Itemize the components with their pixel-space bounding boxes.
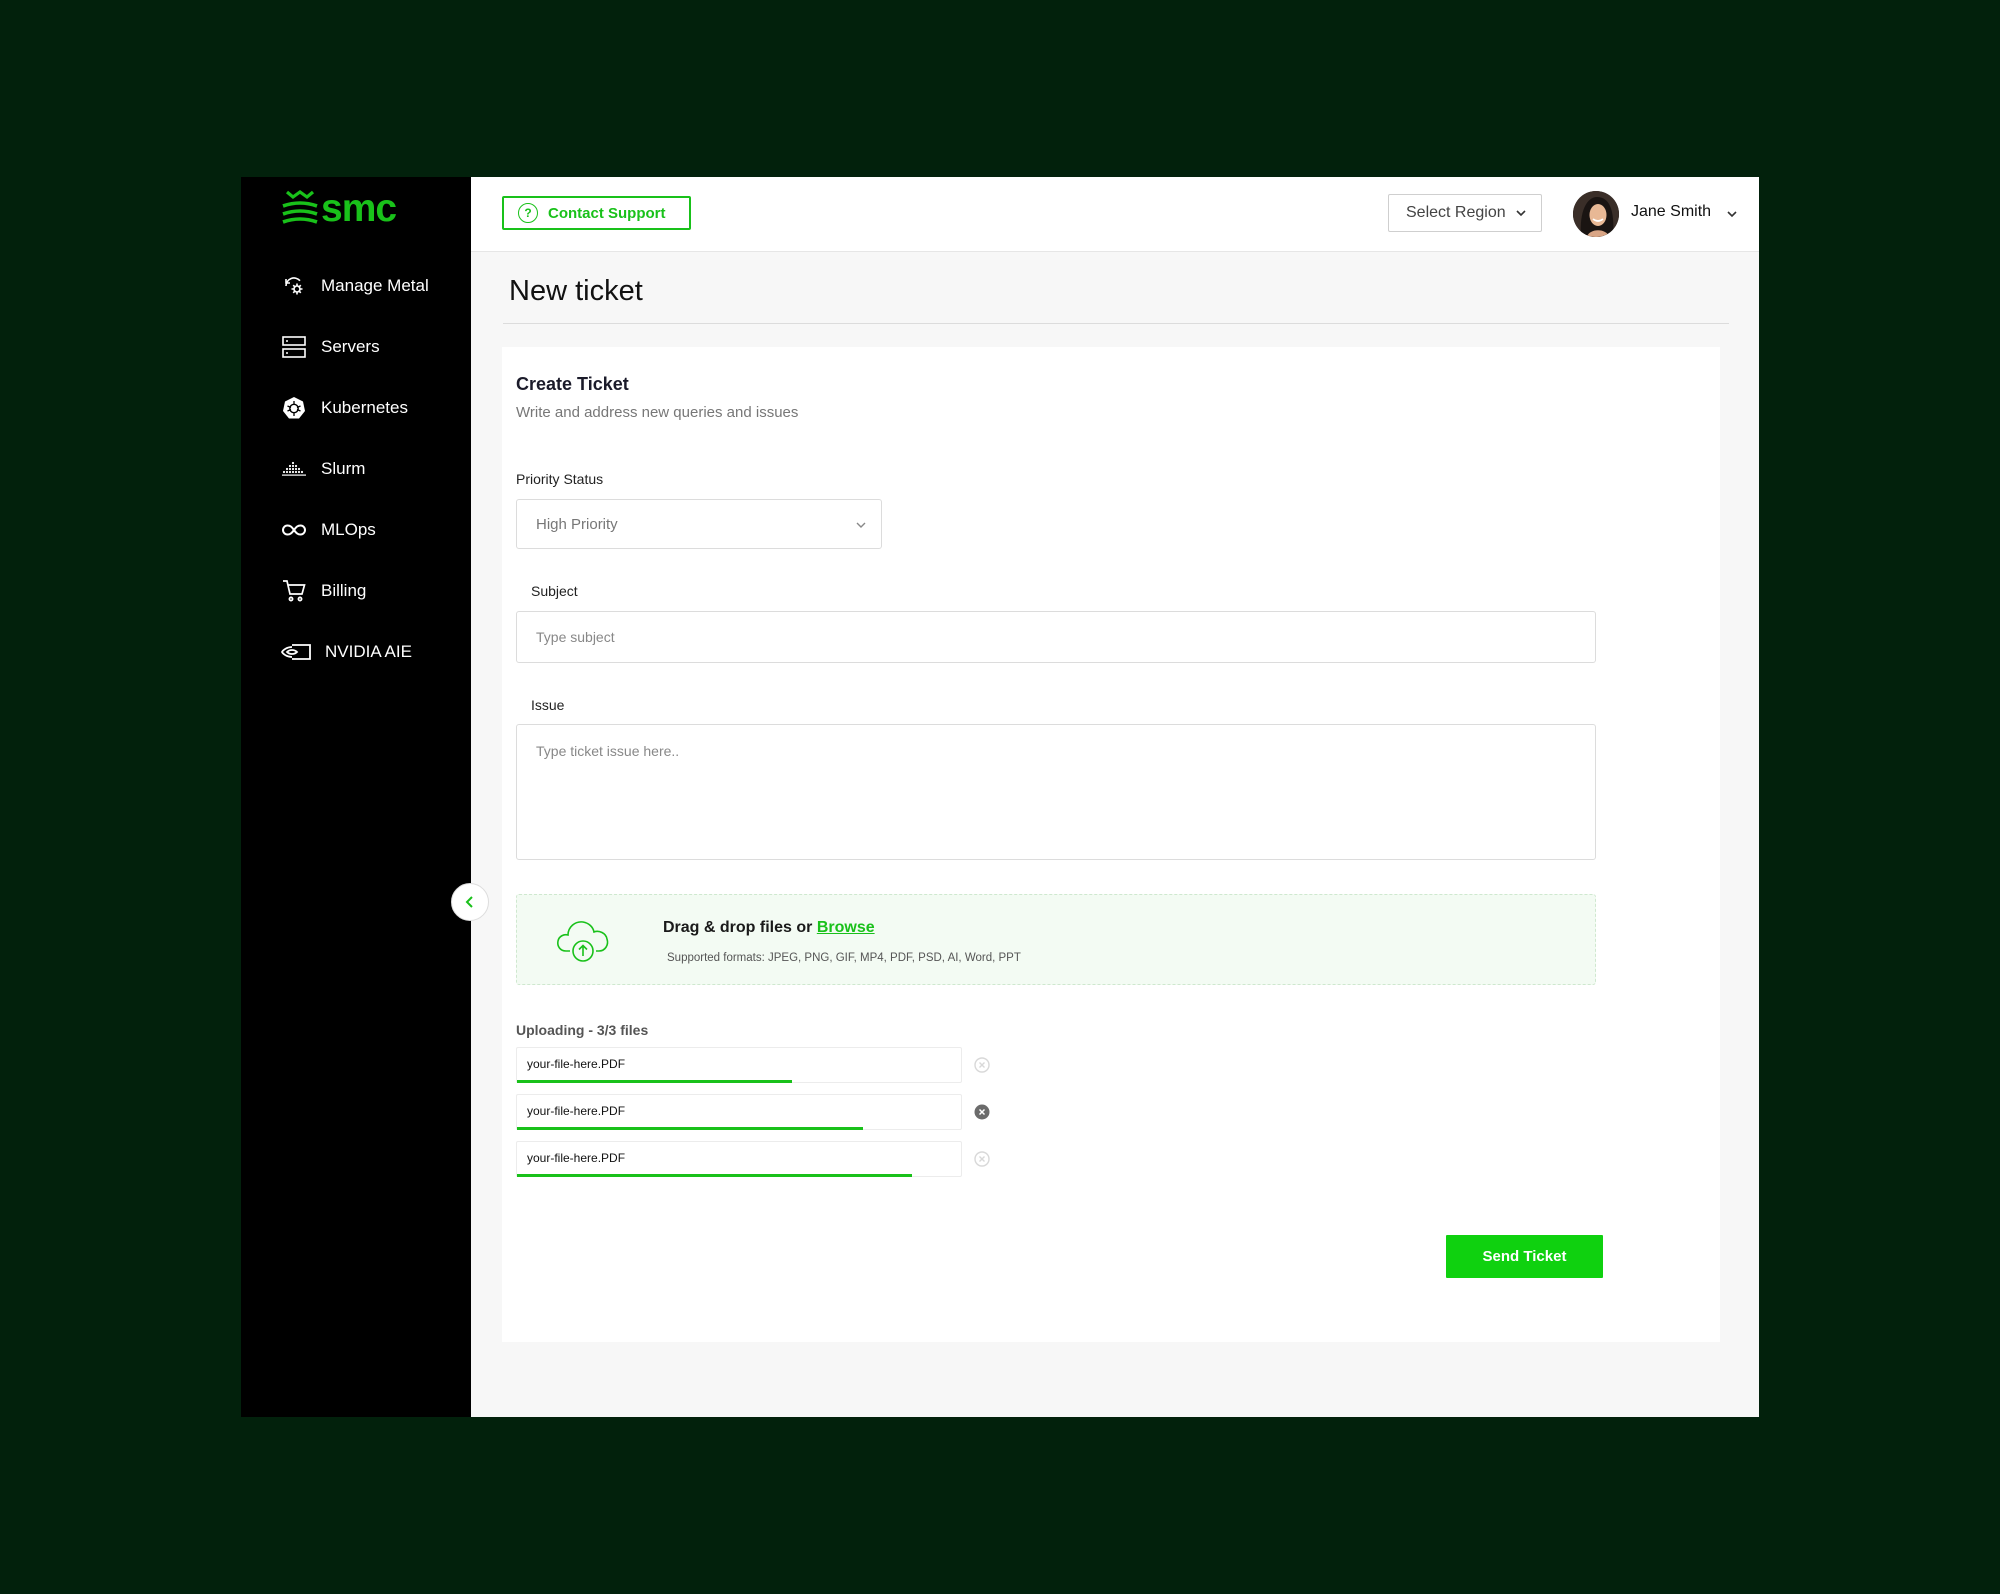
contact-support-button[interactable]: ? Contact Support [502, 196, 691, 230]
sidebar-item-label: Manage Metal [321, 275, 429, 295]
file-row: your-file-here.PDF [516, 1141, 962, 1177]
user-name: Jane Smith [1631, 203, 1712, 220]
title-divider [503, 323, 1729, 324]
file-name: your-file-here.PDF [527, 1104, 626, 1118]
file-row: your-file-here.PDF [516, 1094, 962, 1130]
close-circle-icon [974, 1057, 990, 1073]
server-icon [281, 334, 307, 360]
chevron-down-icon [1516, 210, 1526, 217]
file-dropzone[interactable]: Drag & drop files or Browse Supported fo… [516, 894, 1596, 985]
kubernetes-icon [281, 395, 307, 421]
send-ticket-button[interactable]: Send Ticket [1446, 1235, 1603, 1278]
file-progress-bar [517, 1127, 864, 1130]
priority-select-value: High Priority [536, 515, 618, 533]
browse-link[interactable]: Browse [817, 919, 875, 936]
file-name: your-file-here.PDF [527, 1057, 626, 1071]
cart-icon [281, 578, 307, 604]
logo-text: smc [321, 187, 397, 230]
remove-file-button[interactable] [974, 1151, 990, 1167]
user-photo-icon [1573, 191, 1619, 237]
infinity-icon [281, 517, 307, 543]
sidebar: smc Manage Metal Servers Kubernetes Slur… [241, 177, 471, 1417]
contact-support-label: Contact Support [548, 204, 666, 222]
chevron-down-icon [856, 522, 866, 528]
sidebar-item-mlops[interactable]: MLOps [241, 499, 471, 560]
file-progress-bar [517, 1174, 913, 1177]
file-name: your-file-here.PDF [527, 1151, 626, 1165]
create-ticket-card: Create Ticket Write and address new quer… [502, 347, 1720, 1342]
dropzone-text: Drag & drop files or [663, 919, 813, 936]
sidebar-item-billing[interactable]: Billing [241, 560, 471, 621]
close-circle-icon [974, 1151, 990, 1167]
region-select-label: Select Region [1406, 204, 1506, 221]
uploading-status: Uploading - 3/3 files [516, 1022, 649, 1038]
dropzone-formats: Supported formats: JPEG, PNG, GIF, MP4, … [667, 952, 1021, 964]
sidebar-item-label: Servers [321, 336, 380, 356]
sidebar-item-label: MLOps [321, 519, 376, 539]
sidebar-item-manage-metal[interactable]: Manage Metal [241, 255, 471, 316]
chevron-down-icon[interactable] [1726, 208, 1738, 220]
card-subtitle: Write and address new queries and issues [516, 404, 799, 421]
issue-textarea[interactable] [516, 724, 1596, 860]
chevron-left-icon [465, 896, 473, 908]
top-bar: ? Contact Support Select Region Jane Smi… [471, 177, 1759, 252]
metal-settings-icon [281, 273, 307, 299]
page-title: New ticket [509, 275, 643, 307]
subject-label: Subject [531, 583, 578, 599]
app-window: smc Manage Metal Servers Kubernetes Slur… [241, 177, 1759, 1417]
remove-file-button[interactable] [974, 1104, 990, 1120]
sidebar-item-label: Kubernetes [321, 397, 408, 417]
subject-input[interactable] [516, 611, 1596, 663]
cloud-upload-icon [557, 921, 609, 962]
priority-select[interactable]: High Priority [516, 499, 882, 549]
dropzone-title: Drag & drop files or Browse [663, 919, 875, 937]
avatar[interactable] [1573, 191, 1619, 237]
sidebar-item-label: Slurm [321, 458, 366, 478]
remove-file-button[interactable] [974, 1057, 990, 1073]
close-circle-icon [974, 1104, 990, 1120]
logo[interactable]: smc [281, 187, 397, 231]
file-progress-bar [517, 1080, 793, 1083]
file-row: your-file-here.PDF [516, 1047, 962, 1083]
slurm-icon [281, 456, 307, 482]
card-title: Create Ticket [516, 374, 629, 394]
sidebar-item-label: Billing [321, 580, 367, 600]
sidebar-item-nvidia-aie[interactable]: NVIDIA AIE [241, 621, 471, 682]
sidebar-item-label: NVIDIA AIE [325, 641, 412, 661]
sidebar-item-kubernetes[interactable]: Kubernetes [241, 377, 471, 438]
nvidia-icon [281, 639, 311, 665]
collapse-sidebar-button[interactable] [451, 883, 489, 921]
sidebar-item-servers[interactable]: Servers [241, 316, 471, 377]
priority-label: Priority Status [516, 471, 604, 487]
help-icon: ? [518, 203, 538, 223]
region-select[interactable]: Select Region [1388, 194, 1542, 232]
sidebar-item-slurm[interactable]: Slurm [241, 438, 471, 499]
issue-label: Issue [531, 697, 565, 713]
sidebar-nav: Manage Metal Servers Kubernetes Slurm ML… [241, 255, 471, 682]
smc-logo-icon [282, 190, 318, 224]
